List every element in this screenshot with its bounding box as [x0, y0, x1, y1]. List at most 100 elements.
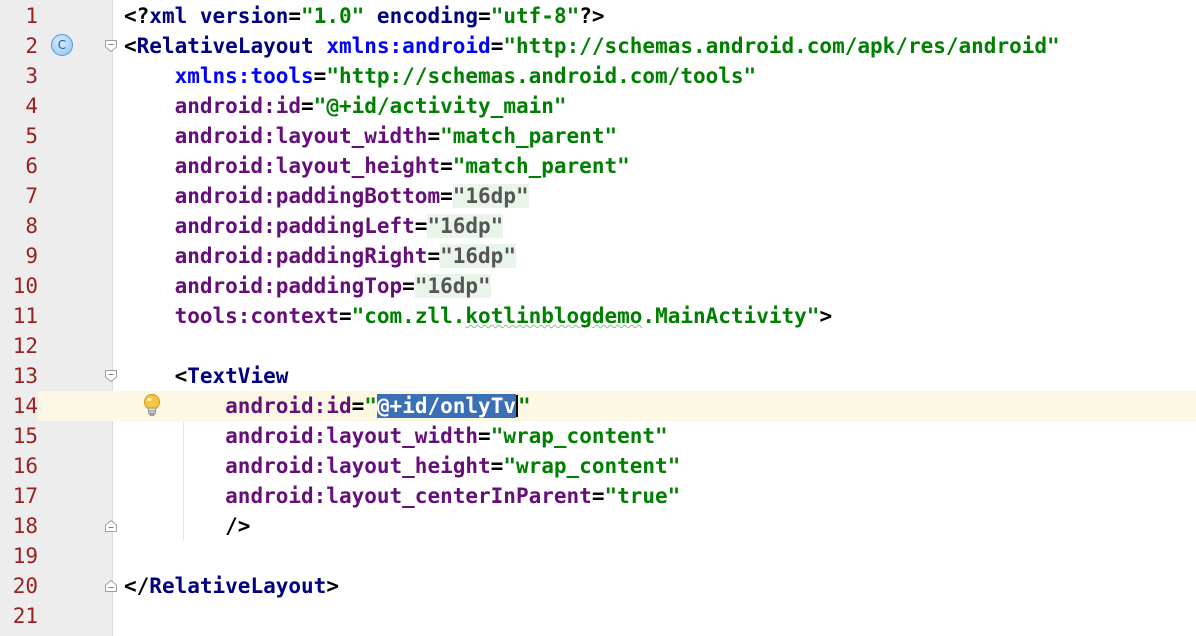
- code-token: android:paddingBottom: [174, 184, 441, 208]
- code-token: =: [490, 34, 504, 58]
- code-line[interactable]: 17 android:layout_centerInParent="true": [0, 481, 1196, 511]
- code-token: =: [427, 124, 441, 148]
- code-token: "true": [604, 484, 681, 508]
- code-text[interactable]: <TextView: [124, 361, 289, 391]
- code-text[interactable]: </RelativeLayout>: [124, 571, 339, 601]
- code-text[interactable]: android:paddingRight="16dp": [124, 241, 516, 271]
- line-number[interactable]: 15: [0, 421, 38, 451]
- code-token: <?: [124, 4, 150, 28]
- code-text[interactable]: tools:context="com.zll.kotlinblogdemo.Ma…: [124, 301, 833, 331]
- code-token: android:layout_width: [174, 124, 428, 148]
- code-token: tools:context: [174, 304, 339, 328]
- code-token: =: [440, 184, 453, 208]
- code-token: RelativeLayout: [149, 574, 327, 598]
- class-icon[interactable]: C: [51, 34, 73, 56]
- code-text[interactable]: xmlns:tools="http://schemas.android.com/…: [124, 61, 757, 91]
- line-number[interactable]: 10: [0, 271, 38, 301]
- code-token: =: [301, 94, 314, 118]
- line-number[interactable]: 3: [0, 61, 38, 91]
- line-number[interactable]: 12: [0, 331, 38, 361]
- code-token: "16dp": [440, 244, 516, 268]
- line-number[interactable]: 16: [0, 451, 38, 481]
- code-line[interactable]: 1 <?xml version="1.0" encoding="utf-8"?>: [0, 1, 1196, 31]
- code-line[interactable]: 10 android:paddingTop="16dp": [0, 271, 1196, 301]
- code-line[interactable]: 13 <TextView: [0, 361, 1196, 391]
- code-editor[interactable]: 1 <?xml version="1.0" encoding="utf-8"?> 2…: [0, 0, 1196, 636]
- code-line[interactable]: 4 android:id="@+id/activity_main": [0, 91, 1196, 121]
- code-line[interactable]: 21: [0, 601, 1196, 631]
- code-line[interactable]: 9 android:paddingRight="16dp": [0, 241, 1196, 271]
- fold-close-icon[interactable]: [104, 519, 118, 533]
- code-line[interactable]: 8 android:paddingLeft="16dp": [0, 211, 1196, 241]
- code-line[interactable]: 3 xmlns:tools="http://schemas.android.co…: [0, 61, 1196, 91]
- code-line[interactable]: 11 tools:context="com.zll.kotlinblogdemo…: [0, 301, 1196, 331]
- line-number[interactable]: 7: [0, 181, 38, 211]
- code-text[interactable]: android:layout_height="wrap_content": [124, 451, 680, 481]
- line-number[interactable]: 2: [0, 31, 38, 61]
- line-number[interactable]: 19: [0, 541, 38, 571]
- code-text[interactable]: android:layout_width="wrap_content": [124, 421, 668, 451]
- code-token: kotlinblogdemo: [465, 304, 643, 328]
- line-number[interactable]: 8: [0, 211, 38, 241]
- code-line[interactable]: 18 />: [0, 511, 1196, 541]
- line-number[interactable]: 11: [0, 301, 38, 331]
- code-text[interactable]: android:id="@+id/onlyTv": [124, 391, 531, 421]
- fold-open-icon[interactable]: [104, 39, 118, 53]
- code-text[interactable]: android:layout_height="match_parent": [124, 151, 630, 181]
- code-text[interactable]: <RelativeLayout xmlns:android="http://sc…: [124, 31, 1060, 61]
- code-text[interactable]: <?xml version="1.0" encoding="utf-8"?>: [124, 1, 605, 31]
- code-token: />: [225, 514, 251, 538]
- code-token: xml: [149, 4, 200, 28]
- line-number[interactable]: 1: [0, 1, 38, 31]
- code-text[interactable]: />: [124, 511, 250, 541]
- code-line[interactable]: 7 android:paddingBottom="16dp": [0, 181, 1196, 211]
- fold-close-icon[interactable]: [104, 579, 118, 593]
- code-token: TextView: [187, 364, 289, 388]
- code-token: >: [326, 574, 339, 598]
- line-number[interactable]: 18: [0, 511, 38, 541]
- code-line[interactable]: 15 android:layout_width="wrap_content": [0, 421, 1196, 451]
- selected-text: @+id/onlyTv: [376, 394, 516, 418]
- code-token: "16dp": [427, 214, 504, 238]
- code-line[interactable]: 12: [0, 331, 1196, 361]
- line-number[interactable]: 20: [0, 571, 38, 601]
- line-number[interactable]: 9: [0, 241, 38, 271]
- code-token: android:layout_height: [174, 154, 441, 178]
- line-number[interactable]: 4: [0, 91, 38, 121]
- line-number[interactable]: 5: [0, 121, 38, 151]
- code-token: =: [478, 4, 491, 28]
- code-line[interactable]: 14 android:id="@+id/onlyTv": [0, 391, 1196, 421]
- code-line[interactable]: 6 android:layout_height="match_parent": [0, 151, 1196, 181]
- code-line[interactable]: 5 android:layout_width="match_parent": [0, 121, 1196, 151]
- code-text[interactable]: android:paddingBottom="16dp": [124, 181, 529, 211]
- fold-open-icon[interactable]: [104, 369, 118, 383]
- line-number[interactable]: 14: [0, 391, 38, 421]
- code-text[interactable]: android:id="@+id/activity_main": [124, 91, 567, 121]
- code-token: xmlns:android: [326, 34, 491, 58]
- code-token: "http://schemas.android.com/apk/res/andr…: [503, 34, 1060, 58]
- line-number[interactable]: 6: [0, 151, 38, 181]
- code-token: android:paddingLeft: [174, 214, 415, 238]
- code-token: "match_parent": [452, 154, 630, 178]
- code-line[interactable]: 19: [0, 541, 1196, 571]
- code-text[interactable]: android:layout_width="match_parent": [124, 121, 618, 151]
- code-line[interactable]: 2 C <RelativeLayout xmlns:android="http://…: [0, 31, 1196, 61]
- line-number[interactable]: 13: [0, 361, 38, 391]
- code-text[interactable]: android:paddingTop="16dp": [124, 271, 491, 301]
- code-token: >: [819, 304, 833, 328]
- code-token: =: [338, 304, 352, 328]
- code-text[interactable]: android:paddingLeft="16dp": [124, 211, 504, 241]
- line-number[interactable]: 17: [0, 481, 38, 511]
- code-token: <: [174, 364, 188, 388]
- code-line[interactable]: 16 android:layout_height="wrap_content": [0, 451, 1196, 481]
- code-text[interactable]: android:layout_centerInParent="true": [124, 481, 680, 511]
- line-number[interactable]: 21: [0, 601, 38, 631]
- code-line[interactable]: 20 </RelativeLayout>: [0, 571, 1196, 601]
